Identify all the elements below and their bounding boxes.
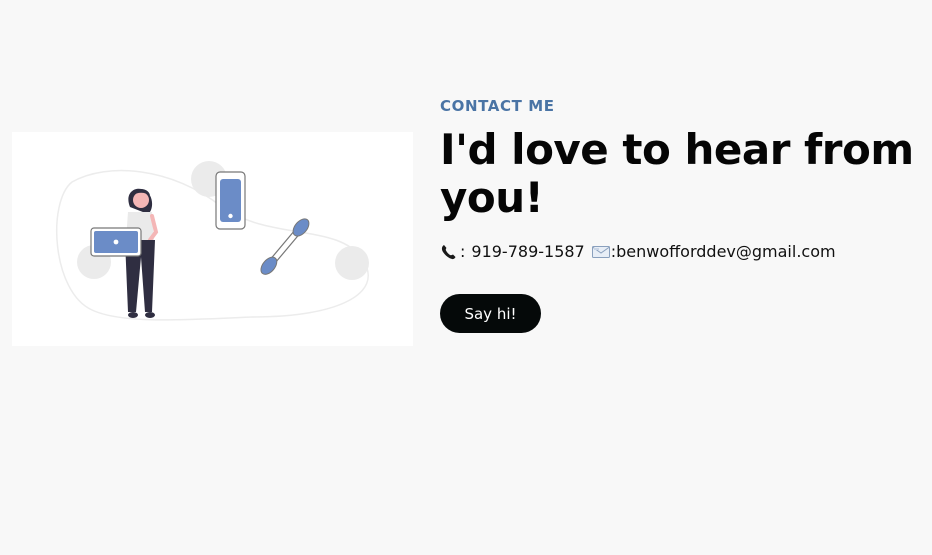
section-eyebrow: CONTACT ME xyxy=(440,97,555,115)
email-address[interactable]: benwofforddev@gmail.com xyxy=(616,242,835,262)
contact-illustration xyxy=(12,132,413,346)
phone-number[interactable]: 919-789-1587 xyxy=(471,242,584,262)
smartphone-drawing xyxy=(215,171,246,230)
page-title: I'd love to hear from you! xyxy=(440,125,914,222)
contact-content: CONTACT ME I'd love to hear from you! : … xyxy=(440,96,928,333)
contact-page: CONTACT ME I'd love to hear from you! : … xyxy=(0,0,932,555)
telephone-receiver-icon xyxy=(440,243,460,261)
say-hi-button[interactable]: Say hi! xyxy=(440,294,541,333)
envelope-icon xyxy=(591,243,611,261)
laptop-drawing xyxy=(90,227,142,257)
phone-separator: : xyxy=(460,242,466,261)
contact-details: : 919-789-1587 : benwofforddev@gmail.com xyxy=(440,242,928,262)
